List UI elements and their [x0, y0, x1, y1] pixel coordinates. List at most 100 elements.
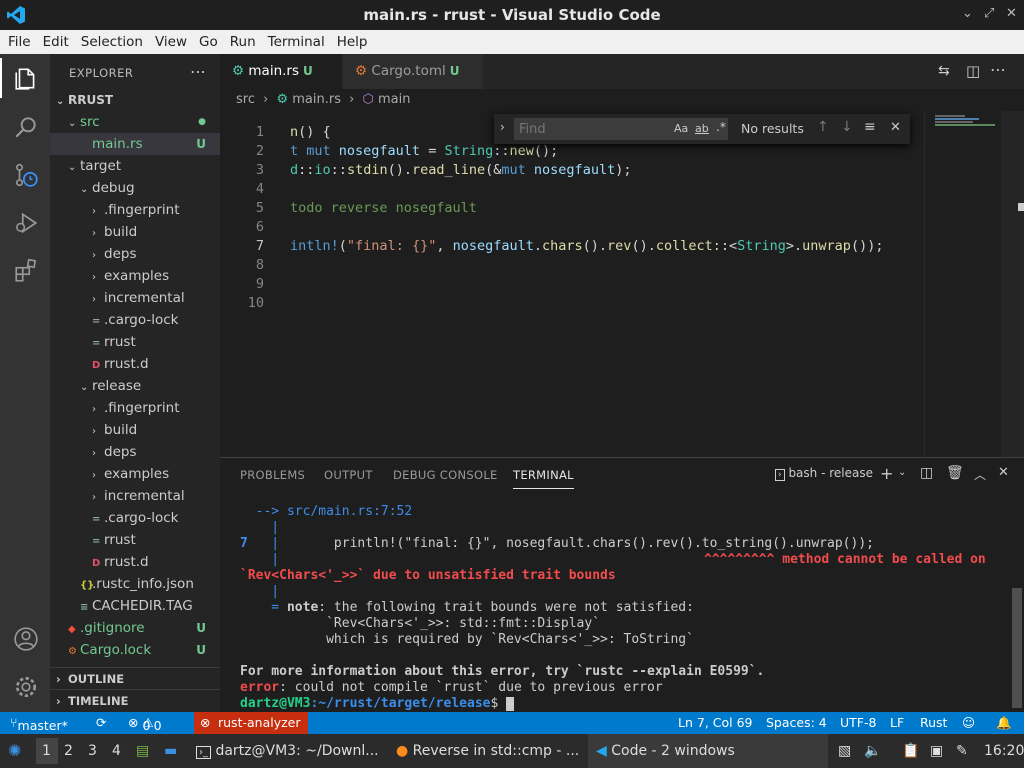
close-panel-icon[interactable]: ✕ — [998, 465, 1009, 480]
tab-debug-console[interactable]: DEBUG CONSOLE — [393, 468, 498, 482]
tree-file[interactable]: ◆ .gitignore U — [50, 617, 220, 639]
taskbar-firefox[interactable]: ● Reverse in std::cmp - ... — [396, 743, 579, 759]
explorer-icon[interactable] — [13, 66, 39, 92]
account-icon[interactable] — [13, 626, 39, 652]
tree-folder[interactable]: › incremental — [50, 485, 220, 507]
tree-folder[interactable]: › deps — [50, 441, 220, 463]
problems-indicator[interactable]: ⊗ 0 ⚠ 0 — [128, 715, 162, 733]
tree-file[interactable]: ≡ CACHEDIR.TAG — [50, 595, 220, 617]
source-control-icon[interactable] — [13, 162, 39, 188]
clipboard-icon[interactable]: 📋 — [902, 743, 919, 759]
workspace-1[interactable]: 1 — [42, 743, 51, 759]
tree-file[interactable]: = rrust — [50, 331, 220, 353]
more-actions-icon[interactable]: ⋯ — [190, 62, 206, 81]
tree-folder[interactable]: › build — [50, 221, 220, 243]
extensions-icon[interactable] — [13, 258, 39, 284]
indentation[interactable]: Spaces: 4 — [766, 715, 827, 730]
start-menu-icon[interactable]: ✺ — [8, 741, 21, 760]
menu-file[interactable]: File — [0, 34, 37, 50]
tree-folder[interactable]: ⌄ debug — [50, 177, 220, 199]
tree-folder[interactable]: › .fingerprint — [50, 397, 220, 419]
regex-icon[interactable]: .* — [716, 120, 726, 134]
volume-icon[interactable]: 🔈 — [864, 743, 881, 759]
menu-run[interactable]: Run — [224, 34, 262, 50]
cursor-position[interactable]: Ln 7, Col 69 — [678, 715, 753, 730]
tree-file[interactable]: = rrust — [50, 529, 220, 551]
tab-main-rs[interactable]: ⚙ main.rs U — [220, 54, 342, 89]
tree-folder[interactable]: › build — [50, 419, 220, 441]
terminal-shell-selector[interactable]: › bash - release — [775, 466, 873, 481]
tree-file[interactable]: Drrust.d — [50, 353, 220, 375]
encoding[interactable]: UTF-8 — [840, 715, 876, 730]
workspace-root[interactable]: ⌄ RRUST — [50, 89, 220, 111]
sync-icon[interactable]: ⟳ — [96, 715, 106, 730]
code-editor[interactable]: 1 2 3 4 5 6 7 8 9 10 n() { t mut nosegfault = Str… — [220, 111, 924, 457]
match-word-icon[interactable]: ab — [695, 122, 709, 135]
run-debug-icon[interactable] — [13, 210, 39, 236]
taskbar-vscode[interactable]: ◀ Code - 2 windows — [596, 743, 735, 759]
network-icon[interactable]: ▣ — [930, 743, 943, 759]
tree-folder[interactable]: ⌄ target — [50, 155, 220, 177]
tab-problems[interactable]: PROBLEMS — [240, 468, 305, 482]
split-editor-icon[interactable]: ◫ — [966, 62, 980, 80]
tray-pen-icon[interactable]: ✎ — [956, 743, 968, 759]
breadcrumb-file[interactable]: main.rs — [292, 92, 341, 107]
breadcrumb-src[interactable]: src — [236, 92, 255, 107]
tree-folder[interactable]: › deps — [50, 243, 220, 265]
menu-terminal[interactable]: Terminal — [262, 34, 331, 50]
tree-folder[interactable]: › examples — [50, 463, 220, 485]
notifications-icon[interactable]: 🔔 — [996, 715, 1012, 731]
tree-folder[interactable]: ⌄ src ● — [50, 111, 220, 133]
workspace-2[interactable]: 2 — [64, 743, 73, 759]
previous-match-icon[interactable]: ↑ — [817, 119, 829, 135]
tree-folder[interactable]: ⌄ release — [50, 375, 220, 397]
close-find-icon[interactable]: ✕ — [890, 120, 901, 135]
tree-file[interactable]: Drrust.d — [50, 551, 220, 573]
timeline-section[interactable]: › TIMELINE — [50, 689, 220, 711]
toggle-replace-icon[interactable]: › — [500, 120, 505, 134]
close-window-icon[interactable]: ✕ — [1006, 6, 1017, 21]
menu-edit[interactable]: Edit — [37, 34, 75, 50]
menu-go[interactable]: Go — [193, 34, 224, 50]
tab-cargo-toml[interactable]: ⚙ Cargo.toml U — [343, 54, 483, 89]
feedback-icon[interactable]: ☺ — [962, 715, 975, 730]
tree-file[interactable]: {}.rustc_info.json — [50, 573, 220, 595]
find-in-selection-icon[interactable]: ≡ — [864, 119, 876, 135]
open-changes-icon[interactable]: ⇆ — [938, 63, 950, 79]
tree-file[interactable]: main.rs U — [50, 133, 220, 155]
tree-file[interactable]: ⚙ Cargo.lock U — [50, 639, 220, 661]
menu-view[interactable]: View — [149, 34, 193, 50]
git-branch[interactable]: ⑂ master* — [10, 715, 68, 733]
menu-selection[interactable]: Selection — [75, 34, 149, 50]
match-case-icon[interactable]: Aa — [674, 122, 688, 135]
new-terminal-icon[interactable]: + — [880, 464, 893, 483]
minimize-icon[interactable]: ⌄ — [962, 6, 973, 21]
menu-help[interactable]: Help — [331, 34, 374, 50]
taskbar-terminal[interactable]: ›_ dartz@VM3: ~/Downl... — [196, 743, 379, 759]
maximize-icon[interactable]: ⤢ — [984, 6, 994, 21]
workspace-3[interactable]: 3 — [88, 743, 97, 759]
tray-input-icon[interactable]: ▧ — [838, 743, 851, 759]
language-mode[interactable]: Rust — [920, 715, 947, 730]
tree-folder[interactable]: › examples — [50, 265, 220, 287]
split-terminal-icon[interactable]: ◫ — [920, 465, 933, 481]
maximize-panel-icon[interactable]: ︿ — [974, 466, 986, 483]
tab-terminal[interactable]: TERMINAL — [513, 468, 574, 489]
outline-section[interactable]: › OUTLINE — [50, 667, 220, 689]
tab-output[interactable]: OUTPUT — [324, 468, 373, 482]
workspace-4[interactable]: 4 — [112, 743, 121, 759]
desktop-icon[interactable]: ▬ — [164, 743, 177, 759]
tree-folder[interactable]: › incremental — [50, 287, 220, 309]
rust-analyzer-status[interactable]: ⊗ rust-analyzer — [194, 712, 308, 734]
manage-gear-icon[interactable] — [13, 674, 39, 700]
tree-file[interactable]: = .cargo-lock — [50, 309, 220, 331]
chevron-down-icon[interactable]: ⌄ — [898, 467, 906, 478]
trash-icon[interactable]: 🗑 — [946, 465, 964, 481]
tree-folder[interactable]: › .fingerprint — [50, 199, 220, 221]
breadcrumb-symbol[interactable]: main — [378, 92, 410, 107]
search-icon[interactable] — [13, 114, 39, 140]
terminal-scrollbar[interactable] — [1012, 588, 1022, 708]
next-match-icon[interactable]: ↓ — [841, 119, 853, 135]
editor-more-icon[interactable]: ⋯ — [990, 60, 1006, 79]
tree-file[interactable]: = .cargo-lock — [50, 507, 220, 529]
